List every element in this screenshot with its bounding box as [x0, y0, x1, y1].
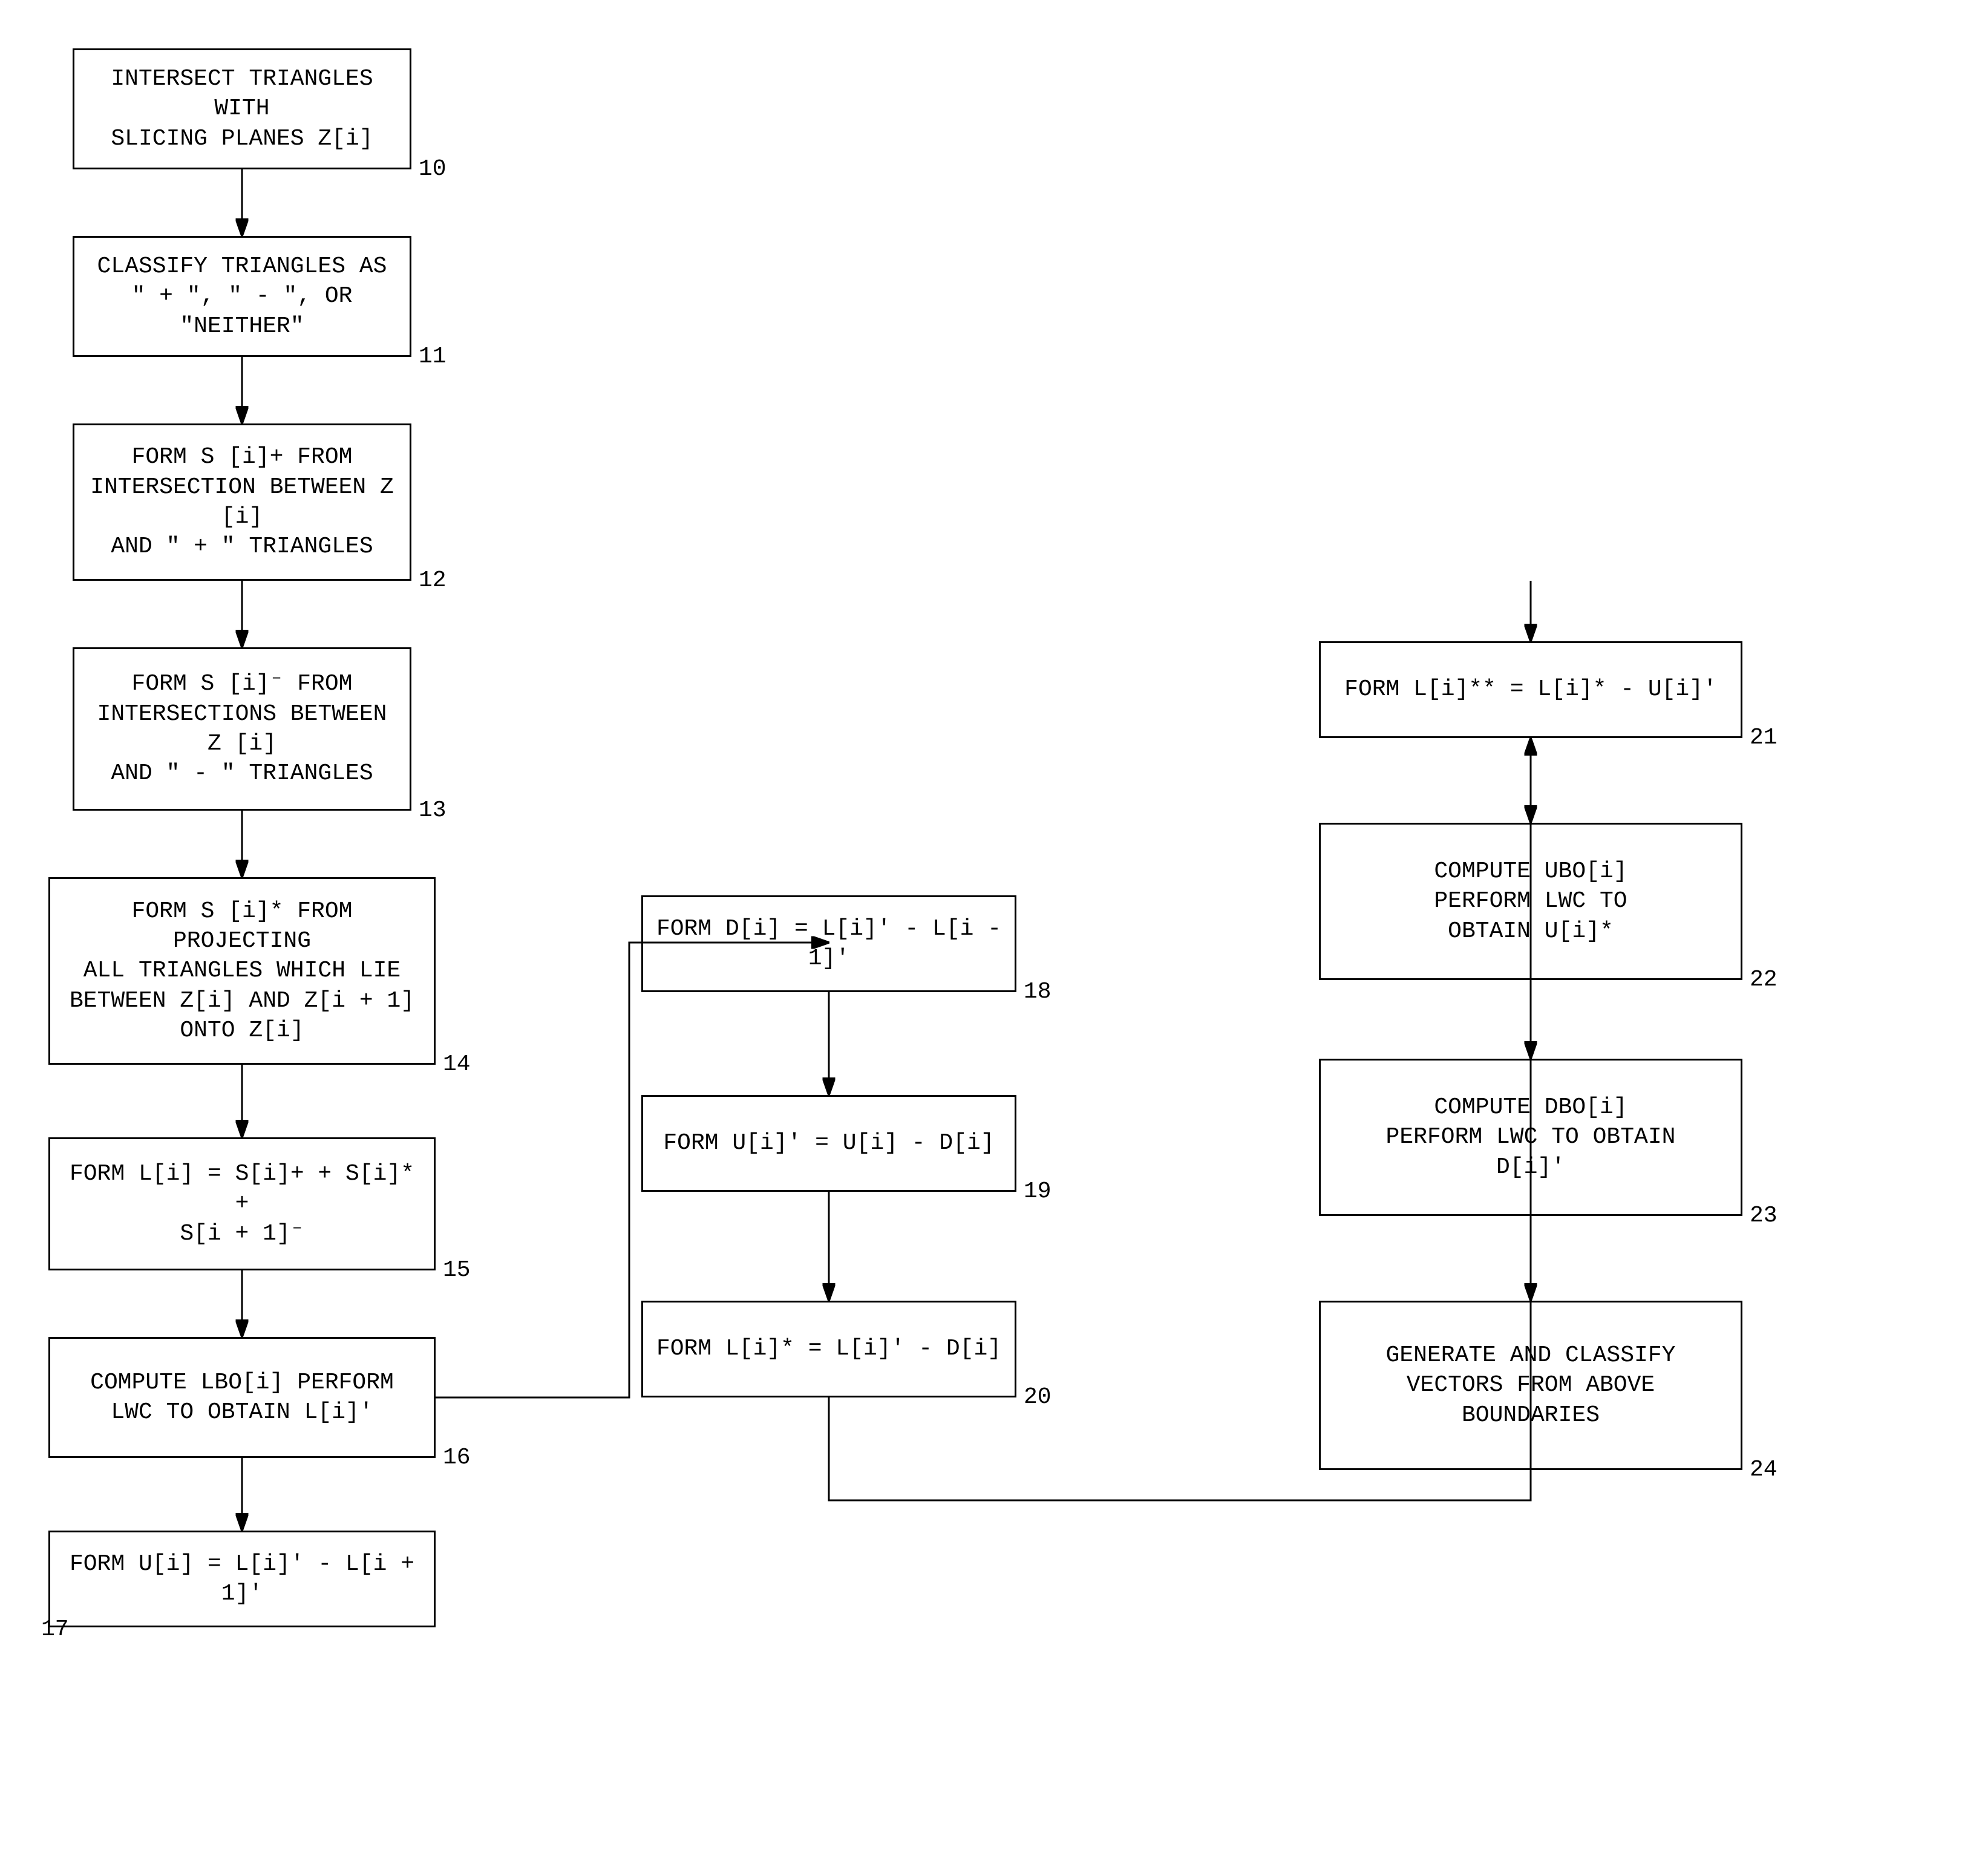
- label-23: 23: [1750, 1203, 1778, 1229]
- box-24: GENERATE AND CLASSIFY VECTORS FROM ABOVE…: [1319, 1301, 1742, 1470]
- box-14: FORM S [i]* FROM PROJECTING ALL TRIANGLE…: [48, 877, 436, 1065]
- label-17: 17: [41, 1616, 69, 1642]
- label-21: 21: [1750, 725, 1778, 751]
- label-11: 11: [419, 344, 446, 370]
- label-19: 19: [1024, 1178, 1052, 1204]
- label-10: 10: [419, 156, 446, 182]
- box-11: CLASSIFY TRIANGLES AS " + ", " - ", OR "…: [73, 236, 411, 357]
- label-22: 22: [1750, 967, 1778, 993]
- label-12: 12: [419, 567, 446, 593]
- box-18: FORM D[i] = L[i]' - L[i - 1]': [641, 895, 1016, 992]
- box-12: FORM S [i]+ FROM INTERSECTION BETWEEN Z …: [73, 423, 411, 581]
- label-20: 20: [1024, 1384, 1052, 1410]
- label-18: 18: [1024, 979, 1052, 1005]
- label-24: 24: [1750, 1457, 1778, 1483]
- label-14: 14: [443, 1051, 471, 1077]
- label-15: 15: [443, 1257, 471, 1283]
- box-13: FORM S [i]⁻ FROM INTERSECTIONS BETWEEN Z…: [73, 647, 411, 811]
- box-22: COMPUTE UBO[i] PERFORM LWC TO OBTAIN U[i…: [1319, 823, 1742, 980]
- box-19: FORM U[i]' = U[i] - D[i]: [641, 1095, 1016, 1192]
- box-20: FORM L[i]* = L[i]' - D[i]: [641, 1301, 1016, 1397]
- label-16: 16: [443, 1445, 471, 1471]
- flowchart: INTERSECT TRIANGLES WITH SLICING PLANES …: [0, 0, 1982, 1876]
- label-13: 13: [419, 797, 446, 823]
- box-15: FORM L[i] = S[i]+ + S[i]* + S[i + 1]⁻: [48, 1137, 436, 1270]
- box-16: COMPUTE LBO[i] PERFORM LWC TO OBTAIN L[i…: [48, 1337, 436, 1458]
- box-21: FORM L[i]** = L[i]* - U[i]': [1319, 641, 1742, 738]
- box-17: FORM U[i] = L[i]' - L[i + 1]': [48, 1531, 436, 1627]
- box-10: INTERSECT TRIANGLES WITH SLICING PLANES …: [73, 48, 411, 169]
- box-23: COMPUTE DBO[i] PERFORM LWC TO OBTAIN D[i…: [1319, 1059, 1742, 1216]
